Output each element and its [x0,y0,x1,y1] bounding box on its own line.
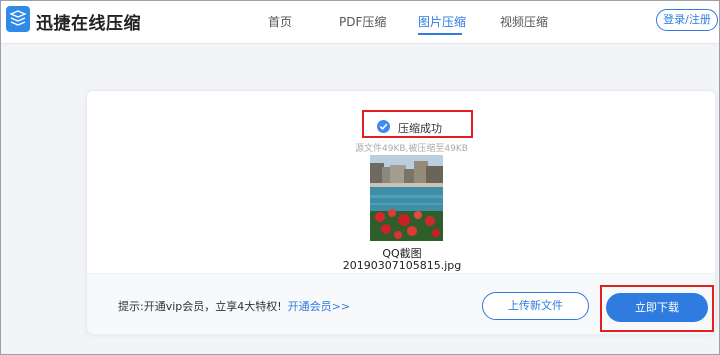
compress-status: 压缩成功 [398,122,442,135]
active-nav-indicator [418,33,462,35]
layers-icon[interactable] [6,6,30,32]
size-info: 源文件49KB,被压缩至49KB [355,144,468,154]
login-register-button[interactable]: 登录/注册 [656,9,718,31]
result-card: 压缩成功 源文件49KB,被压缩至49KB QQ截图 2019030710581… [86,90,716,334]
open-vip-link[interactable]: 开通会员>> [288,300,350,313]
download-highlight-box: 立即下载 [600,285,714,332]
nav-image-compress[interactable]: 图片压缩 [418,13,466,30]
image-thumbnail [370,155,443,241]
vip-tip: 提示:开通vip会员，立享4大特权! 开通会员>> [118,298,350,314]
file-name-line2: 20190307105815.jpg [342,259,462,272]
card-footer: 提示:开通vip会员，立享4大特权! 开通会员>> 上传新文件 立即下载 [87,273,715,334]
nav-pdf-compress[interactable]: PDF压缩 [339,13,386,30]
nav-video-compress[interactable]: 视频压缩 [500,13,548,30]
top-header: 迅捷在线压缩 首页 PDF压缩 图片压缩 视频压缩 登录/注册 [0,0,720,44]
check-circle-icon [377,120,390,133]
upload-new-file-button[interactable]: 上传新文件 [482,292,589,320]
vip-tip-text: 提示:开通vip会员，立享4大特权! [118,300,282,313]
download-now-button[interactable]: 立即下载 [606,293,708,322]
brand-name[interactable]: 迅捷在线压缩 [36,9,141,34]
nav-home[interactable]: 首页 [268,13,292,30]
